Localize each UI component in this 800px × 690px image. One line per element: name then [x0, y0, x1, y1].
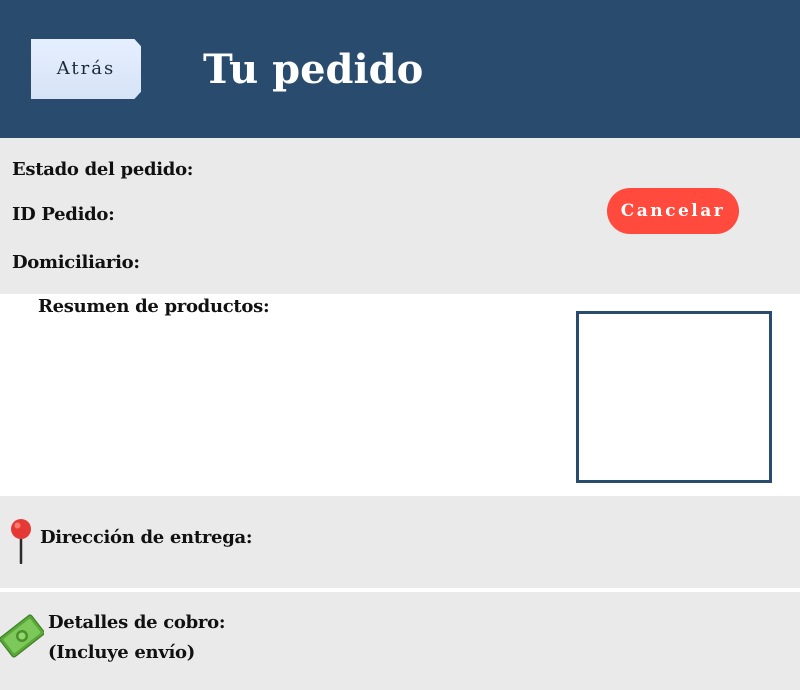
order-status-section: Estado del pedido: ID Pedido: Domiciliar… — [0, 138, 800, 294]
map-pin-icon — [11, 519, 31, 564]
money-icon — [0, 614, 44, 658]
delivery-address-section: Dirección de entrega: — [0, 496, 800, 588]
order-id-label: ID Pedido: — [12, 204, 115, 225]
back-button[interactable]: Atrás — [31, 39, 141, 99]
header-bar: Atrás Tu pedido — [0, 0, 800, 138]
page-title: Tu pedido — [203, 46, 424, 93]
products-summary-section: Resumen de productos: — [0, 294, 800, 496]
cancel-order-button[interactable]: Cancelar — [607, 188, 739, 234]
cancel-button-label: Cancelar — [620, 201, 726, 221]
order-page: Atrás Tu pedido Estado del pedido: ID Pe… — [0, 0, 800, 690]
order-status-label: Estado del pedido: — [12, 159, 194, 180]
product-image-placeholder — [576, 311, 772, 483]
billing-shipping-note: (Incluye envío) — [48, 642, 195, 663]
courier-label: Domiciliario: — [12, 252, 140, 273]
delivery-address-label: Dirección de entrega: — [40, 527, 253, 548]
products-summary-title: Resumen de productos: — [38, 296, 270, 317]
billing-details-section: Detalles de cobro: (Incluye envío) — [0, 592, 800, 690]
back-button-label: Atrás — [56, 58, 116, 79]
billing-details-label: Detalles de cobro: — [48, 612, 226, 633]
